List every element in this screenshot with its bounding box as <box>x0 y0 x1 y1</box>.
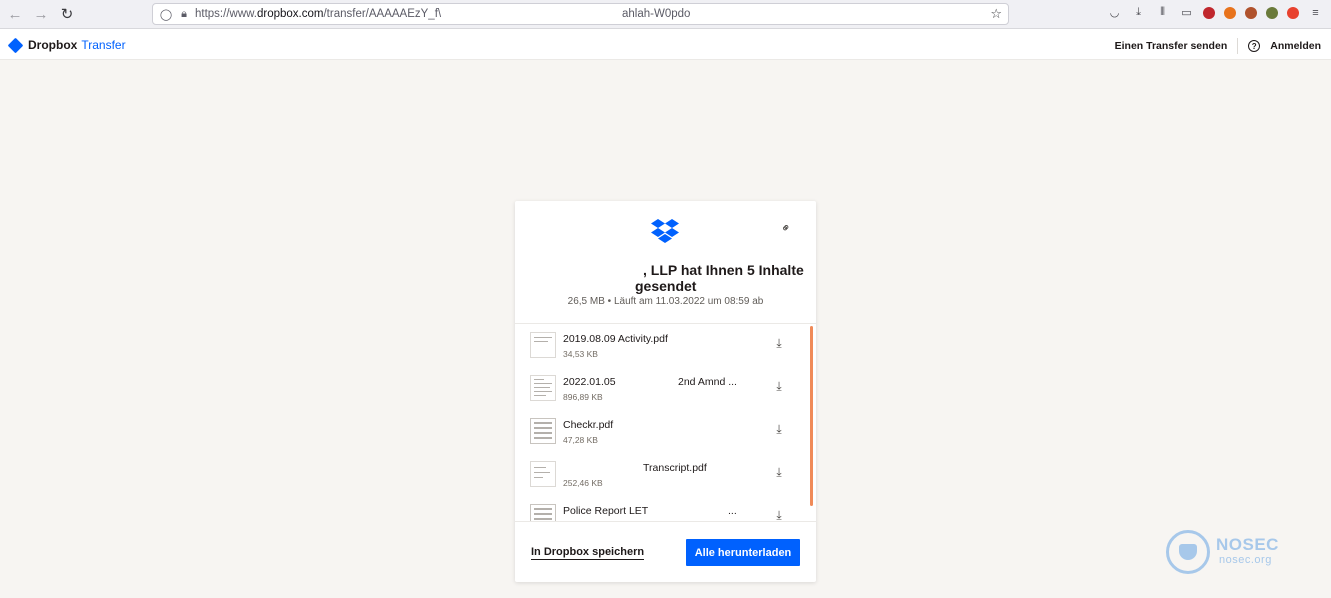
nosec-logo-icon <box>1166 530 1210 574</box>
sign-in-link[interactable]: Anmelden <box>1270 40 1321 52</box>
ublock-extension-icon[interactable] <box>1203 6 1215 19</box>
download-icon[interactable]: ⤓ <box>773 422 785 436</box>
download-icon[interactable]: ⤓ <box>773 465 785 479</box>
download-all-button[interactable]: Alle herunterladen <box>686 539 800 566</box>
dropbox-box-icon <box>651 219 679 243</box>
file-name-tail: 2nd Amnd ... <box>678 376 737 388</box>
pdf-thumbnail <box>530 504 556 521</box>
transfer-title: , LLP hat Ihnen 5 Inhalte gesendet <box>515 262 816 294</box>
browser-toolbar: ← → ↻ ◯ 🔒︎ https://www.dropbox.com/trans… <box>0 0 1331 29</box>
transfer-meta: 26,5 MB • Läuft am 11.03.2022 um 08:59 a… <box>567 296 764 307</box>
extension-icon[interactable] <box>1266 6 1278 19</box>
reload-icon[interactable]: ↻ <box>54 1 80 27</box>
download-icon[interactable]: ⤓ <box>773 508 785 521</box>
copy-link-icon[interactable]: ⚭ <box>778 219 795 236</box>
pdf-thumbnail <box>530 461 556 487</box>
file-row[interactable]: Transcript.pdf 252,46 KB ⤓ <box>515 453 816 496</box>
library-icon[interactable]: ⫴ <box>1155 5 1170 20</box>
send-transfer-link[interactable]: Einen Transfer senden <box>1115 40 1228 52</box>
file-size: 47,28 KB <box>563 435 598 445</box>
header-divider <box>1237 38 1239 54</box>
file-name: Police Report LET <box>563 505 649 517</box>
watermark-site: nosec.org <box>1219 554 1272 566</box>
shield-icon[interactable]: ◯ <box>157 8 175 21</box>
menu-icon[interactable]: ≡ <box>1308 5 1323 20</box>
file-size: 34,53 KB <box>563 349 598 359</box>
file-size: 896,89 KB <box>563 392 603 402</box>
file-row[interactable]: 2022.01.05 2nd Amnd ... 896,89 KB ⤓ <box>515 367 816 410</box>
brand-suffix: Transfer <box>81 38 126 52</box>
cookie-extension-icon[interactable] <box>1245 6 1257 19</box>
sidebar-icon[interactable]: ▭ <box>1179 5 1194 20</box>
browser-extensions: ◡ ⤓ ⫴ ▭ ≡ <box>1107 5 1323 20</box>
shield-extension-icon[interactable] <box>1287 6 1299 19</box>
title-line-2: gesendet <box>635 278 697 294</box>
download-icon[interactable]: ⤓ <box>773 379 785 393</box>
brand-name: Dropbox <box>28 38 78 52</box>
nosec-watermark: NOSEC nosec.org <box>1166 530 1286 576</box>
url-bar[interactable]: ◯ 🔒︎ https://www.dropbox.com/transfer/AA… <box>152 3 1009 25</box>
downloads-icon[interactable]: ⤓ <box>1131 5 1146 20</box>
dropbox-transfer-logo[interactable]: Dropbox Transfer <box>7 37 126 53</box>
save-to-dropbox-link[interactable]: In Dropbox speichern <box>531 546 645 560</box>
file-name-tail: ... <box>728 505 737 517</box>
file-row[interactable]: Police Report LET ... ⤓ <box>515 496 816 521</box>
pdf-thumbnail <box>530 375 556 401</box>
pocket-icon[interactable]: ◡ <box>1107 5 1122 20</box>
file-row[interactable]: 2019.08.09 Activity.pdf 34,53 KB ⤓ <box>515 324 816 367</box>
url-text: https://www.dropbox.com/transfer/AAAAAEz… <box>195 8 442 20</box>
download-icon[interactable]: ⤓ <box>773 336 785 350</box>
file-list-scrollbar[interactable] <box>810 326 813 506</box>
pdf-thumbnail <box>530 332 556 358</box>
file-row[interactable]: Checkr.pdf 47,28 KB ⤓ <box>515 410 816 453</box>
file-name: Checkr.pdf <box>563 419 614 431</box>
dropbox-logo-icon <box>7 37 24 53</box>
url-text-tail: ahlah-W0pdo <box>622 8 691 20</box>
transfer-card: ⚭ , LLP hat Ihnen 5 Inhalte gesendet 26,… <box>515 201 816 582</box>
extension-icon[interactable] <box>1224 6 1236 19</box>
file-name: 2019.08.09 Activity.pdf <box>563 333 668 345</box>
lock-icon[interactable]: 🔒︎ <box>175 8 193 21</box>
file-name: Transcript.pdf <box>643 462 707 474</box>
dropbox-header: Dropbox Transfer Einen Transfer senden ?… <box>0 29 1331 60</box>
file-list[interactable]: 2019.08.09 Activity.pdf 34,53 KB ⤓ 2022.… <box>515 323 816 522</box>
help-icon[interactable]: ? <box>1248 40 1261 52</box>
file-size: 252,46 KB <box>563 478 603 488</box>
forward-arrow-icon[interactable]: → <box>28 1 54 27</box>
title-line-1: , LLP hat Ihnen 5 Inhalte <box>643 262 804 278</box>
watermark-name: NOSEC <box>1216 535 1279 554</box>
bookmark-star-icon[interactable]: ☆ <box>990 6 1002 22</box>
back-arrow-icon[interactable]: ← <box>2 1 28 27</box>
file-name: 2022.01.05 <box>563 376 616 388</box>
pdf-thumbnail <box>530 418 556 444</box>
header-actions: Einen Transfer senden ? Anmelden <box>1115 38 1321 54</box>
